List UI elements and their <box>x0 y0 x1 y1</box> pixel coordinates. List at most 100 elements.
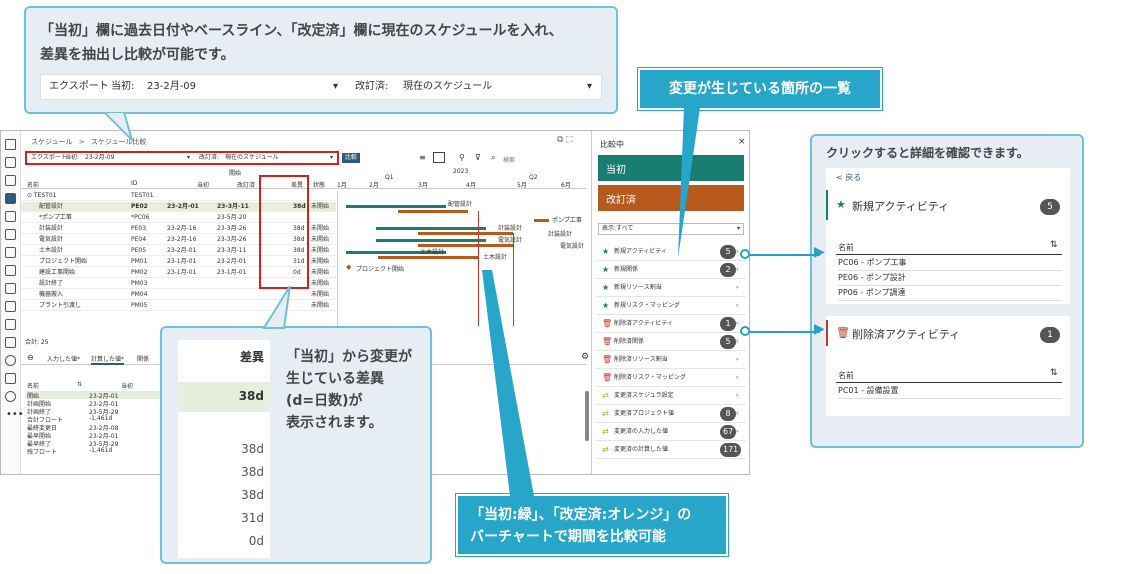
list-item[interactable]: 最早終了 23-5月-29 <box>25 439 165 448</box>
zoomed-baseline-select[interactable]: 23-2月-09 <box>147 75 196 99</box>
chevron-right-icon: › <box>736 266 739 273</box>
top-callout: 「当初」欄に過去日付やベースライン、「改定済」欄に現在のスケジュールを入れ、 差… <box>24 6 618 114</box>
chevron-down-icon[interactable]: ▾ <box>187 153 190 163</box>
close-icon[interactable]: × <box>738 137 746 147</box>
baseline-bar[interactable] <box>346 205 446 208</box>
list-item[interactable]: PE06 - ポンプ設計 <box>838 272 1062 286</box>
folder-icon[interactable] <box>5 283 16 294</box>
zoomed-diff-header: 差異 <box>239 350 264 364</box>
list-item-new-resource[interactable]: ★ 新規リソース割当 › <box>596 279 746 297</box>
revised-bar[interactable] <box>378 256 478 259</box>
list-item[interactable]: PP06 - ポンプ調達 <box>838 287 1062 301</box>
trash-icon: 🗑 <box>602 337 613 346</box>
bar-label: 電気設計 <box>498 237 523 244</box>
zoomed-diff-value: 38d <box>241 488 264 502</box>
list-item[interactable]: PC06 - ポンプ工事 <box>838 257 1062 271</box>
gear-icon[interactable]: ⚙ <box>581 352 589 362</box>
image-icon[interactable] <box>5 337 16 348</box>
chevron-right-icon: › <box>736 338 739 345</box>
column-name[interactable]: 名前 <box>27 180 39 189</box>
tab-input-values[interactable]: 入力した値* <box>47 354 80 363</box>
sort-icon[interactable]: ⇅ <box>1050 368 1058 378</box>
list-icon[interactable] <box>5 247 16 258</box>
search-icon[interactable]: ⌕ <box>491 153 495 163</box>
zoomed-diff-value: 38d <box>241 442 264 456</box>
swap-icon: ⇄ <box>602 445 609 454</box>
column-baseline[interactable]: 当初 <box>197 180 209 189</box>
column-id[interactable]: ID <box>131 180 137 187</box>
key-icon[interactable]: ⚲ <box>459 153 465 162</box>
schedule-icon[interactable] <box>5 193 16 204</box>
list-item-new-risk[interactable]: ★ 新規リスク・マッピング › <box>596 297 746 315</box>
list-item[interactable]: 最早開始 23-2月-01 <box>25 431 165 440</box>
chevron-down-icon[interactable]: ▾ <box>333 75 338 99</box>
list-item-changed-input[interactable]: ⇄ 変更済の入力した値 67 › <box>596 423 746 441</box>
breadcrumb-schedule[interactable]: スケジュール <box>31 138 73 146</box>
name-column-header[interactable]: 名前 <box>838 242 854 253</box>
list-item[interactable]: PC01 - 設備設置 <box>838 385 1062 399</box>
header-divider <box>836 254 1062 255</box>
baseline-bar[interactable] <box>376 227 486 230</box>
document-icon[interactable] <box>5 157 16 168</box>
compare-button[interactable]: 比較 <box>342 153 360 163</box>
bank-icon[interactable] <box>5 175 16 186</box>
tab-calculated-values[interactable]: 計算した値* <box>91 354 125 365</box>
group-header: 開始 <box>229 170 242 177</box>
chevron-down-icon[interactable]: ▾ <box>330 153 333 163</box>
users-icon[interactable] <box>5 355 16 366</box>
tab-relations[interactable]: 関係 <box>137 354 149 363</box>
zoomed-export-button[interactable]: エクスポート <box>49 75 109 99</box>
baseline-select[interactable]: 23-2月-09 <box>85 153 114 163</box>
list-item-deleted-resource[interactable]: 🗑 削除済リソース割当 › <box>596 351 746 369</box>
scrollbar[interactable] <box>585 391 589 441</box>
name-column-header[interactable]: 名前 <box>838 370 854 381</box>
chevron-right-icon: › <box>736 410 739 417</box>
connector-line <box>750 331 820 333</box>
revised-bar[interactable] <box>398 210 468 213</box>
list-item-changed-project[interactable]: ⇄ 変更済プロジェクト値 8 › <box>596 405 746 423</box>
monitor-icon[interactable] <box>5 265 16 276</box>
list-item-deleted-risk[interactable]: 🗑 削除済リスク・マッピング › <box>596 369 746 387</box>
list-item[interactable]: 最終変更日 23-2月-08 <box>25 423 165 432</box>
list-item[interactable]: 残フロート -1,461d <box>25 447 165 456</box>
list-item[interactable]: 合計フロート -1,461d <box>25 415 165 424</box>
list-item-changed-scheduler[interactable]: ⇄ 変更済スケジュラ設定 › <box>596 387 746 405</box>
list-item[interactable]: 計画開始 23-2月-01 <box>25 399 165 408</box>
list-item-changed-calculated[interactable]: ⇄ 変更済の計算した値 171 › <box>596 441 746 459</box>
sort-icon[interactable]: ⇅ <box>1050 240 1058 250</box>
list-item[interactable]: 計画終了 23-5月-29 <box>25 407 165 416</box>
chevron-down-icon[interactable]: ▾ <box>587 75 592 99</box>
back-link[interactable]: < 戻る <box>836 172 861 183</box>
view-toggle-icon[interactable]: ≡ <box>419 153 426 162</box>
calendar-icon[interactable] <box>5 211 16 222</box>
list-item-deleted-activity[interactable]: 🗑 削除済アクティビティ 1 › <box>596 315 746 333</box>
zoomed-revised-select[interactable]: 現在のスケジュール <box>403 75 492 99</box>
milestone-icon[interactable]: ◆ <box>346 263 351 271</box>
export-button[interactable]: エクスポート <box>31 153 67 163</box>
file-icon[interactable] <box>5 301 16 312</box>
bottom-column-name[interactable]: 名前 <box>27 381 39 390</box>
gantt-view-icon[interactable] <box>433 152 445 163</box>
zoomed-diff-value: 0d <box>248 534 264 548</box>
filter-icon[interactable]: ⊽ <box>475 153 481 162</box>
sort-icon[interactable]: ⇅ <box>77 381 82 388</box>
download-icon[interactable] <box>5 373 16 384</box>
report-icon[interactable] <box>5 319 16 330</box>
layers-icon[interactable] <box>5 229 16 240</box>
list-item[interactable]: 開始 23-2月-01 <box>25 391 165 400</box>
count-badge: 1 <box>720 317 736 331</box>
fullscreen-icon[interactable]: ⧉ ⛶ <box>557 135 573 145</box>
list-item-deleted-relation[interactable]: 🗑 削除済関係 5 › <box>596 333 746 351</box>
more-icon[interactable]: ••• <box>6 409 24 420</box>
baseline-bar[interactable] <box>376 239 486 242</box>
revised-select[interactable]: 現在のスケジュール <box>225 153 279 163</box>
settings-icon[interactable] <box>5 391 16 402</box>
home-icon[interactable] <box>5 139 16 150</box>
search-input[interactable]: 検索 <box>503 155 515 164</box>
top-callout-line1: 「当初」欄に過去日付やベースライン、「改定済」欄に現在のスケジュールを入れ、 <box>40 23 563 39</box>
revised-bar[interactable] <box>534 219 549 222</box>
collapse-icon[interactable]: ⊖ <box>27 353 34 362</box>
column-status[interactable]: 状態 <box>313 180 325 189</box>
column-revised[interactable]: 改訂済 <box>237 180 255 189</box>
bottom-column-value[interactable]: 当初 <box>121 381 133 390</box>
